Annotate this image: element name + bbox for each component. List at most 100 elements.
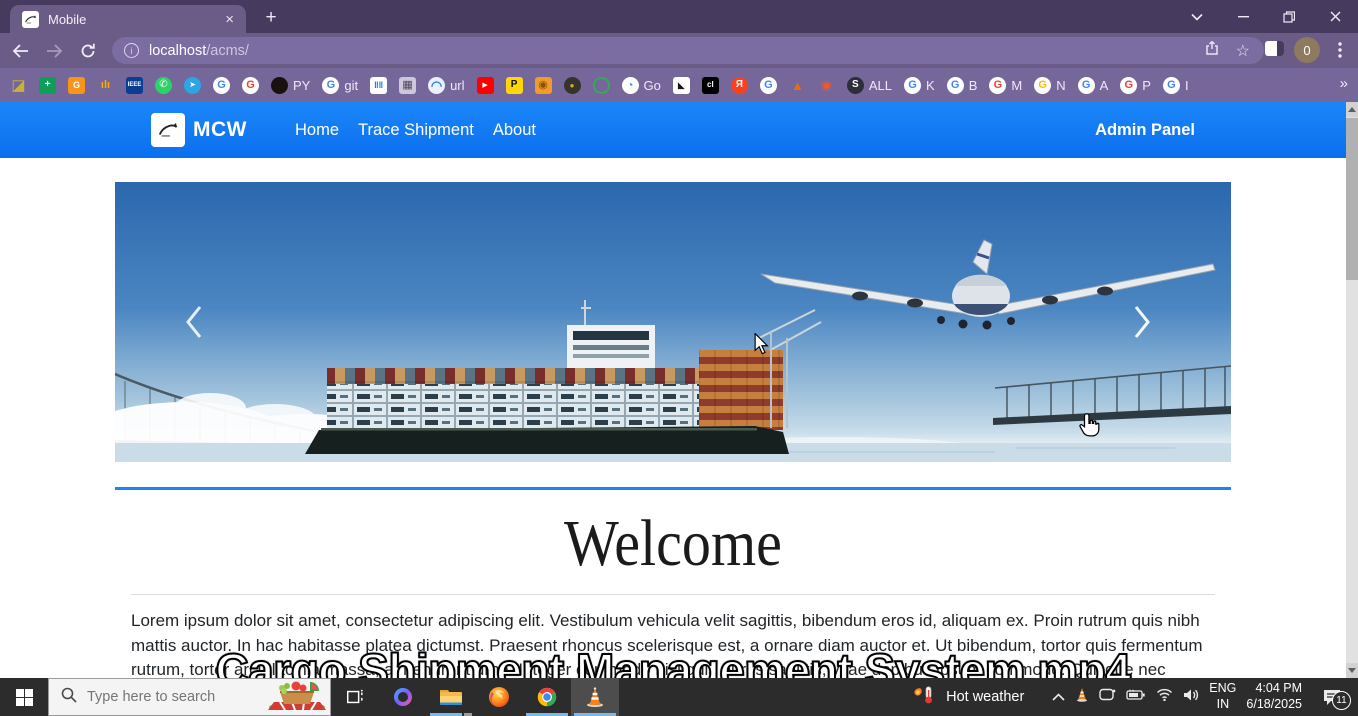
bookmarks-overflow-icon[interactable]: »: [1340, 75, 1348, 92]
site-navbar: MCW Home Trace Shipment About Admin Pane…: [0, 102, 1346, 158]
site-info-icon[interactable]: i: [124, 43, 139, 58]
admin-panel-link[interactable]: Admin Panel: [1095, 121, 1195, 140]
bookmark-item[interactable]: G: [68, 77, 85, 94]
bookmark-item[interactable]: cl: [702, 77, 719, 94]
bookmark-item[interactable]: +: [39, 77, 56, 94]
forward-icon[interactable]: [40, 37, 68, 65]
bookmark-item[interactable]: ılı: [97, 77, 114, 94]
page-scrollbar[interactable]: [1346, 102, 1358, 678]
start-button[interactable]: [0, 678, 48, 716]
back-icon[interactable]: [6, 37, 34, 65]
google-icon: G: [1078, 77, 1095, 94]
system-tray: Hot weather ENGIN 4:04 PM6/18/2025 11: [914, 678, 1358, 716]
scroll-down-icon[interactable]: [1346, 663, 1358, 678]
tab-close-icon[interactable]: ×: [221, 10, 238, 29]
bookmark-item[interactable]: ▶: [477, 77, 494, 94]
carousel-next-button[interactable]: [1125, 294, 1159, 350]
nav-link-about[interactable]: About: [493, 121, 536, 140]
bookmark-item[interactable]: G B: [947, 77, 978, 94]
scrollbar-thumb[interactable]: [1346, 118, 1358, 280]
bookmark-item[interactable]: G N: [1034, 77, 1065, 94]
ieee-icon: IEEE: [126, 77, 143, 94]
battery-icon[interactable]: [1126, 688, 1146, 706]
bookmark-item[interactable]: G git: [322, 77, 358, 94]
window-restore-button[interactable]: [1266, 0, 1312, 33]
bookmark-item[interactable]: ◉: [818, 77, 835, 94]
bookmark-item[interactable]: [593, 77, 610, 94]
search-input[interactable]: [87, 689, 257, 705]
bookmark-item[interactable]: S ALL: [847, 77, 892, 94]
wifi-icon[interactable]: [1156, 688, 1173, 706]
clock[interactable]: 4:04 PM6/18/2025: [1246, 681, 1302, 712]
bookmark-star-icon[interactable]: ☆: [1236, 41, 1250, 61]
side-panel-icon[interactable]: [1265, 41, 1284, 56]
bookmark-item[interactable]: ✆: [155, 77, 172, 94]
browser-titlebar: Mobile × +: [0, 0, 1358, 33]
carousel-prev-button[interactable]: [177, 294, 211, 350]
bookmark-item[interactable]: G: [213, 77, 230, 94]
tray-cast-icon[interactable]: [1099, 688, 1116, 707]
file-explorer-icon[interactable]: [427, 678, 475, 716]
window-minimize-button[interactable]: [1220, 0, 1266, 33]
bookmark-item[interactable]: G: [760, 77, 777, 94]
brand[interactable]: MCW: [151, 113, 247, 147]
tray-vlc-icon[interactable]: [1075, 687, 1089, 707]
taskbar-search[interactable]: [48, 678, 331, 716]
tab-search-chevron-icon[interactable]: [1174, 0, 1220, 33]
welcome-heading: Welcome: [182, 506, 1164, 582]
language-indicator[interactable]: ENGIN: [1209, 681, 1236, 712]
profile-avatar[interactable]: 0: [1294, 37, 1320, 63]
task-view-button[interactable]: [331, 678, 379, 716]
volume-icon[interactable]: [1183, 688, 1199, 707]
chrome-icon[interactable]: [523, 678, 571, 716]
bookmark-item[interactable]: ◠ url: [428, 77, 464, 94]
bookmark-item[interactable]: P: [506, 77, 523, 94]
bookmark-item[interactable]: ➤: [184, 77, 201, 94]
weather-label[interactable]: Hot weather: [946, 689, 1024, 705]
google-icon: G: [322, 77, 339, 94]
bookmark-item[interactable]: G A: [1078, 77, 1109, 94]
bookmark-item[interactable]: ‖‖: [370, 77, 387, 94]
analytics-icon: ılı: [97, 77, 114, 94]
bookmark-item[interactable]: ◉: [535, 77, 552, 94]
address-bar[interactable]: i localhost/acms/ ☆: [112, 37, 1264, 64]
tray-chevron-up-icon[interactable]: [1052, 688, 1065, 706]
bookmark-item[interactable]: G K: [904, 77, 935, 94]
firefox-icon[interactable]: [475, 678, 523, 716]
cart-icon: •: [564, 77, 581, 94]
bookmark-item[interactable]: •: [564, 77, 581, 94]
bookmark-item[interactable]: PY: [271, 77, 310, 94]
bookmark-item[interactable]: G: [242, 77, 259, 94]
copilot-icon[interactable]: [379, 678, 427, 716]
nav-link-trace-shipment[interactable]: Trace Shipment: [358, 121, 474, 140]
search-icon: [61, 687, 77, 708]
bookmark-item[interactable]: G P: [1120, 77, 1151, 94]
fruit-basket-illustration[interactable]: [266, 674, 328, 715]
bookmark-item[interactable]: ▦: [399, 77, 416, 94]
browser-tab[interactable]: Mobile ×: [10, 5, 246, 33]
bookmark-item[interactable]: ▲: [789, 77, 806, 94]
scroll-up-icon[interactable]: [1346, 102, 1358, 117]
brand-name: MCW: [193, 118, 247, 142]
bookmark-item[interactable]: G M: [989, 77, 1022, 94]
whatsapp-icon: ✆: [155, 77, 172, 94]
weather-icon[interactable]: [914, 684, 936, 711]
bookmark-item[interactable]: Я: [731, 77, 748, 94]
reload-icon[interactable]: [74, 37, 102, 65]
bookmark-item[interactable]: IEEE: [126, 77, 143, 94]
google-icon: G: [1120, 77, 1137, 94]
window-close-button[interactable]: [1312, 0, 1358, 33]
notification-center-button[interactable]: 11: [1312, 678, 1352, 716]
new-tab-button[interactable]: +: [258, 7, 284, 31]
eagle-icon: ◣: [673, 77, 690, 94]
nav-link-home[interactable]: Home: [295, 121, 339, 140]
telegram-icon: ➤: [184, 77, 201, 94]
bookmark-item[interactable]: ◣: [673, 77, 690, 94]
bookmark-item[interactable]: ◔ Go: [622, 77, 661, 94]
share-icon[interactable]: [1205, 40, 1222, 61]
bookmark-item[interactable]: ◪: [10, 77, 27, 94]
google-icon: G: [1034, 77, 1051, 94]
vlc-icon[interactable]: [571, 678, 619, 716]
browser-menu-icon[interactable]: [1330, 39, 1350, 61]
bookmark-item[interactable]: G I: [1163, 77, 1189, 94]
